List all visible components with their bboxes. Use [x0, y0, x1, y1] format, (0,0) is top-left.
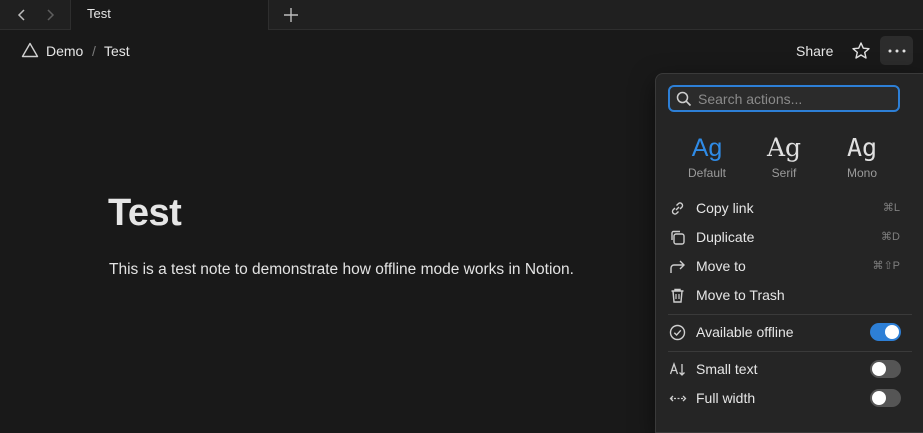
copy-link-item[interactable]: Copy link ⌘L: [656, 194, 923, 223]
full-width-toggle[interactable]: [870, 389, 901, 407]
small-text-item[interactable]: Small text: [656, 355, 923, 384]
move-arrow-icon: [670, 260, 685, 273]
small-text-icon: [669, 362, 685, 376]
font-option-serif[interactable]: Ag Serif: [749, 133, 819, 181]
move-to-shortcut: ⌘⇧P: [872, 260, 900, 272]
chevron-right-icon: [47, 9, 55, 21]
check-circle-icon: [669, 324, 686, 341]
trash-icon: [671, 288, 684, 303]
share-button[interactable]: Share: [796, 43, 833, 59]
move-to-trash-item[interactable]: Move to Trash: [656, 281, 923, 310]
chevron-left-icon: [17, 9, 25, 21]
full-width-item[interactable]: Full width: [656, 384, 923, 413]
breadcrumb-page[interactable]: Test: [104, 43, 130, 59]
available-offline-toggle[interactable]: [870, 323, 901, 341]
search-actions-input[interactable]: [698, 89, 894, 108]
plus-icon: [284, 8, 298, 22]
search-icon: [676, 91, 692, 107]
more-options-button[interactable]: [880, 36, 913, 65]
copy-link-shortcut: ⌘L: [882, 202, 900, 214]
font-label-default: Default: [687, 166, 727, 180]
small-text-toggle[interactable]: [870, 360, 901, 378]
move-to-trash-label: Move to Trash: [696, 287, 785, 303]
available-offline-item[interactable]: Available offline: [656, 318, 923, 347]
font-sample-mono: Ag: [846, 133, 878, 162]
back-button[interactable]: [10, 0, 34, 30]
full-width-arrows-icon: [669, 395, 687, 402]
favorite-star-icon[interactable]: [851, 41, 871, 61]
toggle-knob: [872, 391, 886, 405]
font-option-mono[interactable]: Ag Mono: [827, 133, 897, 181]
font-sample-default: Ag: [691, 134, 723, 162]
forward-button[interactable]: [38, 0, 62, 30]
page-actions-menu: Ag Default Ag Serif Ag Mono Copy link ⌘L…: [655, 73, 923, 433]
tab-bar: Test: [0, 0, 923, 30]
link-icon: [671, 202, 684, 215]
small-text-label: Small text: [696, 361, 758, 377]
breadcrumb-separator: /: [92, 43, 96, 59]
duplicate-item[interactable]: Duplicate ⌘D: [656, 223, 923, 252]
full-width-label: Full width: [696, 390, 756, 406]
font-sample-serif: Ag: [766, 133, 802, 162]
tab-title: Test: [87, 6, 111, 21]
new-tab-button[interactable]: [278, 2, 304, 28]
duplicate-shortcut: ⌘D: [881, 231, 900, 243]
workspace-triangle-icon: [21, 42, 39, 58]
breadcrumb-workspace[interactable]: Demo: [46, 43, 83, 59]
copy-link-label: Copy link: [696, 200, 754, 216]
menu-divider: [668, 314, 912, 315]
font-label-serif: Serif: [771, 166, 797, 180]
font-option-default[interactable]: Ag Default: [672, 134, 742, 180]
toggle-knob: [872, 362, 886, 376]
search-actions-field[interactable]: [668, 85, 900, 112]
available-offline-label: Available offline: [696, 324, 794, 340]
tab-test[interactable]: Test: [70, 0, 269, 30]
duplicate-label: Duplicate: [696, 229, 755, 245]
move-to-label: Move to: [696, 258, 746, 274]
duplicate-icon: [671, 230, 685, 245]
toggle-knob: [885, 325, 899, 339]
page-title[interactable]: Test: [108, 192, 182, 235]
font-label-mono: Mono: [846, 166, 878, 180]
page-body-text[interactable]: This is a test note to demonstrate how o…: [109, 261, 574, 279]
menu-divider: [668, 351, 912, 352]
move-to-item[interactable]: Move to ⌘⇧P: [656, 252, 923, 281]
ellipsis-icon: [888, 49, 905, 52]
